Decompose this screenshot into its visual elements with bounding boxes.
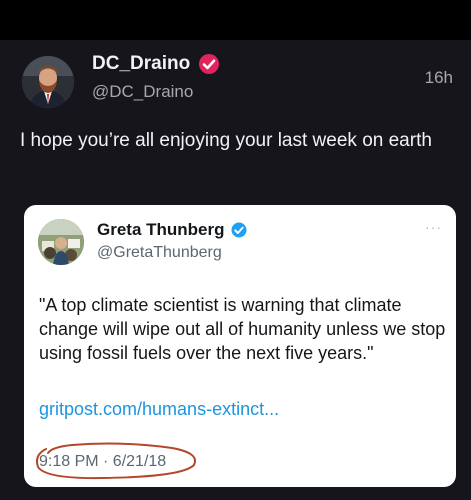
quoted-tweet-text: "A top climate scientist is warning that… [39,295,446,363]
avatar-photo [22,56,74,108]
author-handle[interactable]: @DC_Draino [92,82,193,102]
quoted-author-name[interactable]: Greta Thunberg [97,220,225,240]
hand-drawn-circle-annotation [36,442,196,480]
author-name-row: DC_Draino [92,52,221,76]
tweet-timestamp[interactable]: 16h [425,68,453,88]
more-options-icon[interactable]: ··· [425,219,442,235]
top-bar [0,0,471,40]
quoted-tweet-link[interactable]: gritpost.com/humans-extinct... [39,399,279,420]
tweet-text: I hope you’re all enjoying your last wee… [20,130,432,151]
author-avatar[interactable] [22,56,74,108]
quoted-author-avatar[interactable] [38,219,84,265]
verified-badge-icon [199,54,220,74]
author-name[interactable]: DC_Draino [92,53,190,75]
quoted-avatar-photo [38,219,84,265]
quoted-author-name-row: Greta Thunberg [97,220,248,240]
verified-badge-icon [231,222,247,238]
quoted-author-handle[interactable]: @GretaThunberg [97,244,222,262]
quoted-tweet[interactable]: Greta Thunberg @GretaThunberg ··· "A top… [24,205,456,487]
